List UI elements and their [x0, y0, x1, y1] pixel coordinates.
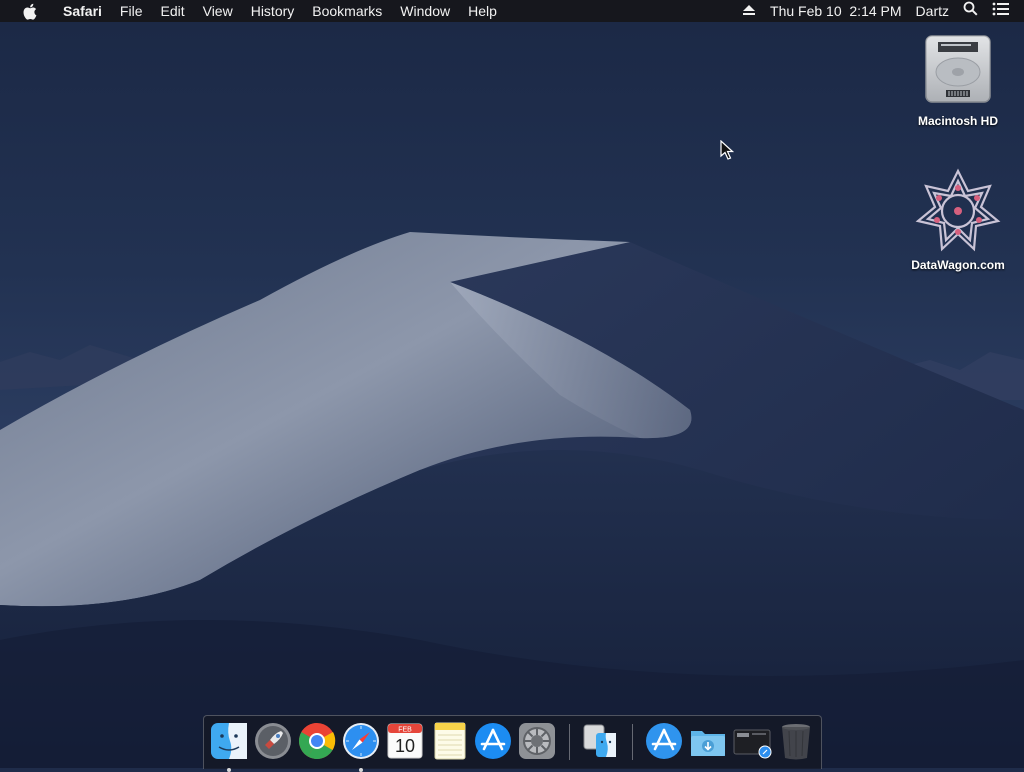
network-volume-icon — [903, 168, 1013, 254]
app-store-icon — [475, 723, 511, 759]
hard-drive-icon — [903, 30, 1013, 110]
desktop-icon-label: DataWagon.com — [911, 258, 1005, 272]
dock-item-app-store[interactable] — [473, 721, 513, 761]
dock: FEB 10 — [203, 715, 822, 772]
calendar-month: FEB — [398, 727, 412, 734]
finder-icon — [211, 723, 247, 759]
dock-item-trash[interactable] — [776, 721, 816, 761]
menu-bookmarks[interactable]: Bookmarks — [303, 0, 391, 22]
gear-icon — [519, 723, 555, 759]
dock-item-chrome[interactable] — [297, 721, 337, 761]
calendar-icon: FEB 10 — [387, 723, 423, 759]
dock-item-migration-assistant[interactable] — [580, 721, 620, 761]
menu-history[interactable]: History — [242, 0, 304, 22]
dock-item-calendar[interactable]: FEB 10 — [385, 721, 425, 761]
desktop-icon-macintosh-hd[interactable]: Macintosh HD — [903, 30, 1013, 128]
safari-icon — [343, 723, 379, 759]
menu-view[interactable]: View — [194, 0, 242, 22]
chrome-icon — [298, 723, 336, 760]
dock-item-screenshot[interactable] — [732, 721, 772, 761]
apple-logo-icon[interactable] — [18, 0, 40, 22]
downloads-folder-icon — [691, 731, 725, 756]
migration-assistant-icon — [583, 724, 616, 757]
running-indicator — [359, 768, 363, 772]
mouse-pointer-icon — [720, 139, 735, 165]
applications-folder-icon — [646, 723, 682, 759]
list-icon[interactable] — [992, 0, 1010, 22]
menu-window[interactable]: Window — [391, 0, 459, 22]
calendar-day: 10 — [395, 736, 415, 756]
menu-help[interactable]: Help — [459, 0, 506, 22]
menu-edit[interactable]: Edit — [151, 0, 193, 22]
menubar-user-name[interactable]: Dartz — [916, 0, 949, 22]
mojave-dunes-illustration — [0, 232, 1024, 768]
dock-item-downloads[interactable] — [688, 721, 728, 761]
menu-app-safari[interactable]: Safari — [54, 0, 111, 22]
dock-item-launchpad[interactable] — [253, 721, 293, 761]
dock-item-applications[interactable] — [644, 721, 684, 761]
launchpad-icon — [255, 723, 291, 759]
screenshot-stack-icon — [733, 729, 772, 759]
dock-item-finder[interactable] — [209, 721, 249, 772]
desktop-wallpaper — [0, 0, 1024, 768]
dock-separator — [632, 724, 633, 760]
notes-icon — [434, 722, 466, 760]
running-indicator — [227, 768, 231, 772]
trash-icon — [782, 724, 810, 760]
eject-icon[interactable] — [742, 0, 756, 22]
dock-item-safari[interactable] — [341, 721, 381, 772]
dock-separator — [569, 724, 570, 760]
menu-file[interactable]: File — [111, 0, 152, 22]
dock-item-notes[interactable] — [429, 721, 469, 761]
menubar-clock[interactable]: Thu Feb 10 2:14 PM — [770, 0, 902, 22]
desktop-icon-datawagon[interactable]: DataWagon.com — [903, 168, 1013, 272]
search-icon[interactable] — [963, 0, 978, 22]
desktop-icon-label: Macintosh HD — [917, 114, 998, 128]
menu-bar: Safari File Edit View History Bookmarks … — [0, 0, 1024, 22]
dock-item-system-preferences[interactable] — [517, 721, 557, 761]
